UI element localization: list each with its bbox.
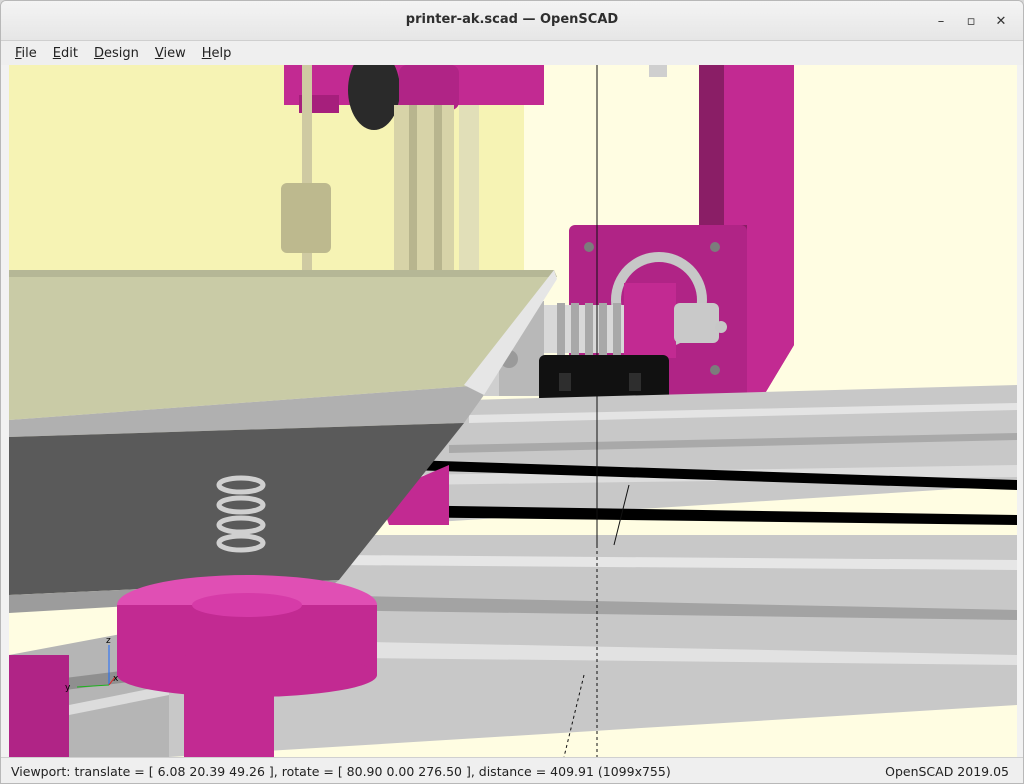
axis-y-label: y: [65, 683, 71, 693]
window-title: printer-ak.scad — OpenSCAD: [405, 12, 619, 27]
menu-view[interactable]: View: [153, 46, 188, 61]
viewport-status: Viewport: translate = [ 6.08 20.39 49.26…: [11, 764, 671, 779]
3d-viewport[interactable]: z y x: [9, 65, 1017, 757]
minimize-button[interactable]: –: [929, 9, 953, 33]
menu-design[interactable]: Design: [92, 46, 141, 61]
window-controls: – ▫ ✕: [929, 9, 1013, 33]
menu-bar: File Edit Design View Help: [1, 41, 1023, 65]
axis-z-label: z: [106, 636, 111, 646]
openscad-window: printer-ak.scad — OpenSCAD – ▫ ✕ File Ed…: [0, 0, 1024, 784]
menu-edit[interactable]: Edit: [51, 46, 80, 61]
version-label: OpenSCAD 2019.05: [885, 764, 1009, 779]
menu-help[interactable]: Help: [200, 46, 234, 61]
axis-x-label: x: [113, 674, 119, 684]
leveling-knob: [117, 575, 377, 697]
menu-file[interactable]: File: [13, 46, 39, 61]
title-bar[interactable]: printer-ak.scad — OpenSCAD – ▫ ✕: [1, 1, 1023, 41]
maximize-button[interactable]: ▫: [959, 9, 983, 33]
close-button[interactable]: ✕: [989, 9, 1013, 33]
status-bar: Viewport: translate = [ 6.08 20.39 49.26…: [1, 757, 1023, 783]
